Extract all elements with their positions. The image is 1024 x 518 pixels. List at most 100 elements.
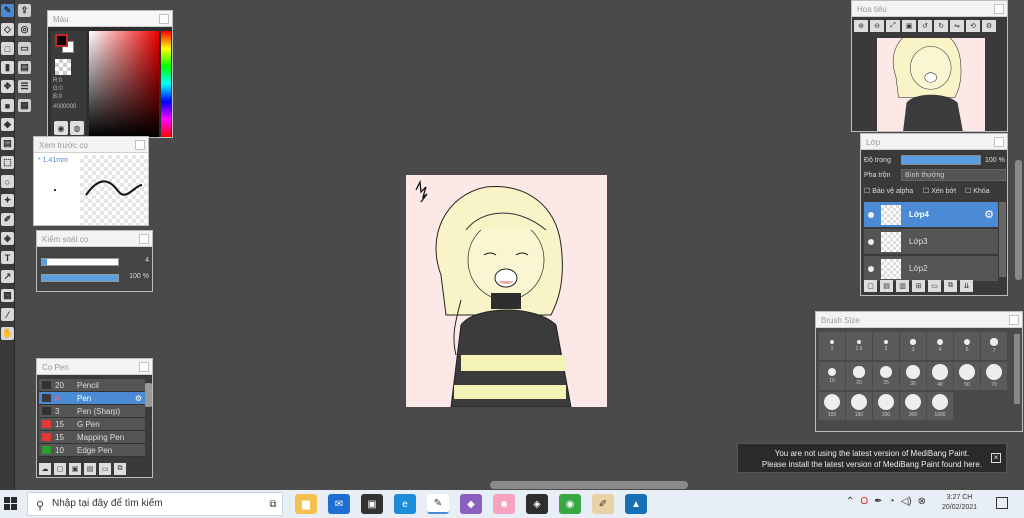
bucket-tool-icon[interactable]: ◆ <box>1 118 14 131</box>
fill-tool-icon[interactable]: ▮ <box>1 61 14 74</box>
navigator-thumbnail[interactable] <box>877 38 985 131</box>
opacity-slider[interactable] <box>41 274 119 282</box>
rotate-left-icon[interactable]: ↺ <box>918 20 932 32</box>
gradient-tool-icon[interactable]: ▤ <box>1 137 14 150</box>
close-icon[interactable] <box>139 234 149 244</box>
magic-wand-icon[interactable]: ✦ <box>1 194 14 207</box>
pen-item[interactable]: 3 Pen (Sharp) <box>39 405 145 418</box>
new-halftone-layer-icon[interactable]: ▤ <box>880 280 893 292</box>
palette-icon[interactable]: ◉ <box>54 121 68 135</box>
brush-size-option[interactable]: 20 <box>846 362 872 390</box>
taskbar-search-input[interactable]: ⚲ Nhập tại đây để tìm kiếm <box>27 492 283 516</box>
layer-scrollbar[interactable] <box>999 202 1006 277</box>
notification-icon[interactable] <box>996 497 1008 509</box>
flip-icon[interactable]: ⇋ <box>950 20 964 32</box>
pen-item[interactable]: 20 Pencil <box>39 379 145 392</box>
hue-slider[interactable] <box>161 31 171 137</box>
pen-item[interactable]: 15 Mapping Pen <box>39 431 145 444</box>
pen-item[interactable]: 10 Edge Pen <box>39 444 145 457</box>
layer-folder-icon[interactable]: ▭ <box>928 280 941 292</box>
new-8bit-layer-icon[interactable]: ▥ <box>896 280 909 292</box>
store-icon[interactable]: ▣ <box>361 494 383 514</box>
brush-size-option[interactable]: 40 <box>927 362 953 390</box>
pen-list-scrollbar[interactable] <box>145 383 152 407</box>
close-icon[interactable] <box>139 362 149 372</box>
eyedropper-icon[interactable]: ⁄ <box>1 308 14 321</box>
taskbar-clock[interactable]: 3:27 CH 20/02/2021 <box>942 493 977 513</box>
new-layer-icon[interactable]: ▢ <box>864 280 877 292</box>
blend-select[interactable]: Bình thường <box>901 169 1006 181</box>
duplicate-brush-icon[interactable]: ⧉ <box>114 463 126 475</box>
vertical-scrollbar[interactable] <box>1015 160 1022 280</box>
layer-row[interactable]: Lớp2 <box>864 256 998 281</box>
app-icon-2[interactable]: ☻ <box>493 494 515 514</box>
close-icon[interactable]: × <box>991 453 1001 463</box>
gear-icon[interactable]: ⚙ <box>984 208 994 221</box>
zoom-out-icon[interactable]: ⊖ <box>870 20 884 32</box>
brush-size-option[interactable]: 2 <box>873 332 899 360</box>
volume-icon[interactable]: ◁) <box>901 496 912 507</box>
actual-size-icon[interactable]: ▣ <box>902 20 916 32</box>
edge-icon[interactable]: e <box>394 494 416 514</box>
medibang-icon[interactable]: ✎ <box>427 494 449 514</box>
brush-size-option[interactable]: 30 <box>900 362 926 390</box>
upload-icon[interactable]: ⇪ <box>18 4 31 17</box>
layer-row[interactable]: Lớp3 <box>864 229 998 254</box>
hand-tool-icon[interactable]: ✋ <box>1 327 14 340</box>
rect-tool-icon[interactable]: □ <box>1 42 14 55</box>
app-icon-1[interactable]: ◆ <box>460 494 482 514</box>
pen-tray-icon[interactable]: ✒ <box>874 496 882 507</box>
brush-size-option[interactable]: 1 <box>819 332 845 360</box>
clipping-checkbox[interactable]: ☐ Xén bớt <box>923 187 956 195</box>
zoom-in-icon[interactable]: ⊕ <box>854 20 868 32</box>
cloud-brush-icon[interactable]: ☁ <box>39 463 51 475</box>
close-icon[interactable] <box>159 14 169 24</box>
file-explorer-icon[interactable]: ▆ <box>295 494 317 514</box>
transparent-color-swatch[interactable] <box>55 59 71 75</box>
select-eraser-icon[interactable]: ◈ <box>1 232 14 245</box>
brush-size-option[interactable]: 25 <box>873 362 899 390</box>
select-pen-icon[interactable]: ✐ <box>1 213 14 226</box>
size-slider[interactable] <box>41 258 119 266</box>
windows-start-icon[interactable] <box>4 497 18 511</box>
brush-size-option[interactable]: 70 <box>981 362 1007 390</box>
brush-size-option[interactable]: 1000 <box>927 392 953 420</box>
visibility-icon[interactable] <box>868 211 874 218</box>
gear-icon[interactable]: ⚙ <box>135 394 142 403</box>
brush-size-option[interactable]: 10 <box>819 362 845 390</box>
app-icon-3[interactable]: ◉ <box>559 494 581 514</box>
brush-folder-icon[interactable]: ▭ <box>99 463 111 475</box>
duplicate-layer-icon[interactable]: ⧉ <box>944 280 957 292</box>
brush-size-option[interactable]: 50 <box>954 362 980 390</box>
pen-item[interactable]: 4 Pen ⚙ <box>39 392 145 405</box>
chevron-up-icon[interactable]: ⌃ <box>846 496 854 507</box>
rotate-right-icon[interactable]: ↻ <box>934 20 948 32</box>
brush-size-option[interactable]: 200 <box>873 392 899 420</box>
language-icon[interactable]: ⊗ <box>918 496 926 507</box>
lasso-tool-icon[interactable]: ○ <box>1 175 14 188</box>
divide-tool-icon[interactable]: ▦ <box>1 289 14 302</box>
merge-layer-icon[interactable]: ⇊ <box>960 280 973 292</box>
network-icon[interactable]: ◔ <box>889 496 895 507</box>
layer-row[interactable]: Lớp4 ⚙ <box>864 202 998 227</box>
brush-size-option[interactable]: 4 <box>927 332 953 360</box>
color-set-icon[interactable]: ◍ <box>70 121 84 135</box>
speech-bubble-icon[interactable]: ◎ <box>18 23 31 36</box>
close-icon[interactable] <box>994 4 1004 14</box>
brush-size-option[interactable]: 3 <box>900 332 926 360</box>
reset-view-icon[interactable]: ⟲ <box>966 20 980 32</box>
list-icon[interactable]: ☰ <box>18 80 31 93</box>
comment-icon[interactable]: ▭ <box>18 42 31 55</box>
brush-size-option[interactable]: 150 <box>846 392 872 420</box>
brush-size-option[interactable]: 7 <box>981 332 1007 360</box>
mail-icon[interactable]: ✉ <box>328 494 350 514</box>
visibility-icon[interactable] <box>868 265 874 272</box>
select-tool-icon[interactable]: ■ <box>1 99 14 112</box>
foreground-color-swatch[interactable] <box>55 34 68 47</box>
grid-icon[interactable]: ▦ <box>18 99 31 112</box>
brush-tool-icon[interactable]: ✎ <box>1 4 14 17</box>
task-view-icon[interactable]: ⧉ <box>262 494 284 514</box>
close-icon[interactable] <box>1009 315 1019 325</box>
brush-size-scrollbar[interactable] <box>1014 334 1020 404</box>
add-brush-icon[interactable]: ▣ <box>69 463 81 475</box>
